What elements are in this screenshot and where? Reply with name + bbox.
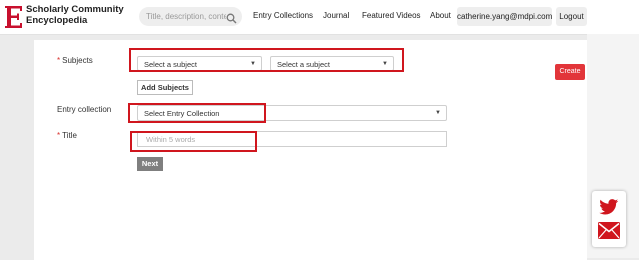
nav-journal[interactable]: Journal (323, 11, 349, 20)
subjects-label: * Subjects (57, 56, 93, 65)
top-header: Scholarly Community Encyclopedia Entry C… (0, 0, 639, 35)
site-title-line-1: Scholarly Community (26, 4, 124, 15)
entry-collection-label: Entry collection (57, 105, 112, 114)
add-subjects-button[interactable]: Add Subjects (137, 80, 193, 95)
share-panel (592, 191, 626, 247)
mail-icon[interactable] (598, 222, 620, 244)
subjects-label-text: Subjects (62, 56, 93, 65)
subject-select-1-value: Select a subject (144, 60, 197, 69)
next-button[interactable]: Next (137, 157, 163, 171)
search-input[interactable] (146, 9, 226, 24)
title-label-text: Title (62, 131, 77, 140)
site-title-line-2: Encyclopedia (26, 15, 88, 26)
twitter-icon[interactable] (599, 199, 619, 220)
subject-select-1[interactable]: Select a subject ▼ (137, 56, 262, 71)
logout-button[interactable]: Logout (556, 7, 587, 26)
nav-entry-collections[interactable]: Entry Collections (253, 11, 313, 20)
entry-collection-select-value: Select Entry Collection (144, 109, 220, 118)
title-label: * Title (57, 131, 77, 140)
subject-select-2-value: Select a subject (277, 60, 330, 69)
search-box (139, 7, 242, 26)
user-email-button[interactable]: catherine.yang@mdpi.com (457, 7, 552, 26)
entry-collection-select[interactable]: Select Entry Collection ▼ (137, 105, 447, 121)
nav-about[interactable]: About (430, 11, 451, 20)
chevron-down-icon: ▼ (250, 61, 256, 67)
nav-featured-videos[interactable]: Featured Videos (362, 11, 421, 20)
chevron-down-icon: ▼ (435, 110, 441, 116)
logo-icon[interactable] (4, 5, 24, 29)
title-input[interactable] (146, 133, 246, 145)
search-icon[interactable] (226, 11, 237, 24)
main-form-panel (34, 40, 587, 260)
title-field (137, 131, 447, 147)
subject-select-2[interactable]: Select a subject ▼ (270, 56, 394, 71)
required-marker: * (57, 56, 61, 65)
chevron-down-icon: ▼ (382, 61, 388, 67)
required-marker: * (57, 131, 61, 140)
site-title[interactable]: Scholarly Community Encyclopedia (26, 4, 136, 26)
create-button[interactable]: Create (555, 64, 585, 80)
